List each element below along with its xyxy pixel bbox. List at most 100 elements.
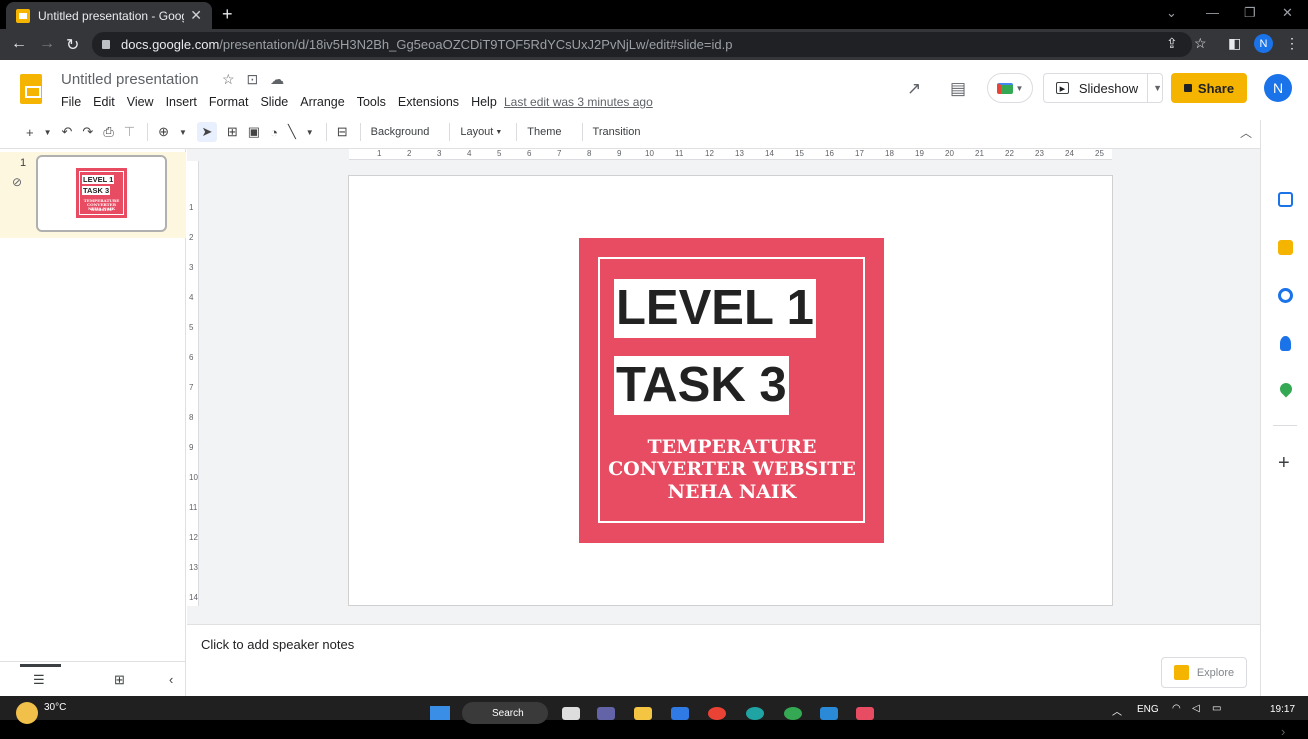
chrome-icon[interactable] <box>708 707 726 720</box>
weather-icon[interactable] <box>16 702 38 724</box>
hide-filmstrip-icon[interactable]: ‹ <box>169 672 173 687</box>
share-button[interactable]: Share <box>1171 73 1247 103</box>
cloud-status-icon[interactable]: ☁ <box>270 71 284 87</box>
keep-icon[interactable] <box>1278 240 1293 255</box>
show-side-panel-icon[interactable]: › <box>1281 724 1285 739</box>
clock[interactable]: 19:17 <box>1270 704 1295 715</box>
undo-icon[interactable]: ↶ <box>62 124 73 140</box>
star-icon[interactable]: ☆ <box>222 71 235 87</box>
calendar-icon[interactable] <box>1278 192 1293 207</box>
maximize-icon[interactable]: ❐ <box>1244 5 1256 21</box>
speaker-notes-placeholder[interactable]: Click to add speaker notes <box>201 637 354 652</box>
menu-extensions[interactable]: Extensions <box>398 95 459 109</box>
bookmark-star-icon[interactable]: ☆ <box>1194 35 1207 52</box>
browser-tab[interactable]: Untitled presentation - Google S ✕ <box>6 2 212 29</box>
redo-icon[interactable]: ↷ <box>82 124 93 140</box>
close-window-icon[interactable]: ✕ <box>1282 5 1293 21</box>
slides-logo-icon[interactable] <box>20 74 42 104</box>
zoom-dropdown-icon[interactable]: ▼ <box>179 128 187 137</box>
print-icon[interactable]: ⎙ <box>103 124 113 140</box>
text-box-icon[interactable]: ⊞ <box>227 124 238 140</box>
share-page-icon[interactable]: ⇪ <box>1166 35 1178 52</box>
background-button[interactable]: Background <box>371 126 430 138</box>
file-explorer-icon[interactable] <box>634 707 652 720</box>
menu-arrange[interactable]: Arrange <box>300 95 344 109</box>
image-icon[interactable]: ▣ <box>248 124 260 140</box>
menu-file[interactable]: File <box>61 95 81 109</box>
explore-button[interactable]: Explore <box>1161 657 1247 688</box>
menu-insert[interactable]: Insert <box>166 95 197 109</box>
theme-button[interactable]: Theme <box>527 126 561 138</box>
battery-icon[interactable]: ▭ <box>1212 703 1221 714</box>
comments-icon[interactable]: ▤ <box>950 79 966 99</box>
vertical-ruler[interactable]: 1 2 3 4 5 6 7 8 9 10 11 12 13 14 <box>187 161 199 606</box>
divider <box>449 123 451 141</box>
line-dropdown-icon[interactable]: ▼ <box>306 128 314 137</box>
snipping-tool-icon[interactable] <box>856 707 874 720</box>
browser-profile-avatar[interactable]: N <box>1254 34 1273 53</box>
edge-icon[interactable] <box>746 707 764 720</box>
os-taskbar: 30°C Search ︿ ENG ◠ ◁ ▭ 19:17 <box>0 696 1308 724</box>
layout-button[interactable]: Layout <box>460 126 493 138</box>
forward-icon[interactable]: → <box>39 35 55 53</box>
windows-start-icon[interactable] <box>430 706 450 720</box>
transition-button[interactable]: Transition <box>593 126 641 138</box>
chat-icon[interactable] <box>597 707 615 720</box>
tasks-icon[interactable] <box>1278 288 1293 303</box>
wifi-icon[interactable]: ◠ <box>1172 703 1181 714</box>
layout-dropdown-icon[interactable]: ▼ <box>495 129 502 136</box>
ruler-tick: 18 <box>885 149 894 158</box>
back-icon[interactable]: ← <box>11 35 27 53</box>
taskbar-search[interactable]: Search <box>462 702 548 724</box>
last-edit-link[interactable]: Last edit was 3 minutes ago <box>504 95 653 109</box>
new-slide-icon[interactable]: + <box>26 125 34 140</box>
language-indicator[interactable]: ENG <box>1137 704 1159 715</box>
line-icon[interactable]: ╲ <box>288 124 296 140</box>
get-addons-icon[interactable]: + <box>1278 453 1290 473</box>
menu-format[interactable]: Format <box>209 95 249 109</box>
close-tab-icon[interactable]: ✕ <box>190 7 202 24</box>
chevron-down-icon[interactable]: ⌄ <box>1166 5 1177 21</box>
sidebar-icon[interactable]: ◧ <box>1228 35 1241 52</box>
reload-icon[interactable]: ↻ <box>66 35 79 55</box>
select-cursor-icon[interactable]: ➤ <box>196 122 217 142</box>
maps-icon[interactable] <box>1277 380 1295 398</box>
browser-menu-icon[interactable]: ⋮ <box>1285 35 1299 52</box>
chrome-profile-icon[interactable] <box>784 707 802 720</box>
speaker-notes[interactable]: Click to add speaker notes Explore <box>187 626 1260 696</box>
document-title[interactable]: Untitled presentation <box>61 71 199 88</box>
activity-trend-icon[interactable]: ↗ <box>907 79 921 99</box>
horizontal-ruler[interactable]: 1 2 3 4 5 6 7 8 9 10 11 12 13 14 15 16 1… <box>349 149 1112 160</box>
url-input[interactable]: docs.google.com/presentation/d/18iv5H3N2… <box>92 32 1192 57</box>
new-slide-dropdown-icon[interactable]: ▼ <box>44 128 52 137</box>
vscode-icon[interactable] <box>820 707 838 720</box>
zoom-icon[interactable]: ⊕ <box>158 124 169 140</box>
slide-line2: TASK 3 <box>614 356 789 415</box>
shape-icon[interactable]: ◔ <box>270 125 278 140</box>
slide-canvas[interactable]: LEVEL 1 TASK 3 TEMPERATURE CONVERTER WEB… <box>348 175 1113 606</box>
task-view-icon[interactable] <box>562 707 580 720</box>
account-avatar[interactable]: N <box>1264 74 1292 102</box>
menu-slide[interactable]: Slide <box>260 95 288 109</box>
meet-button[interactable]: ▼ <box>987 73 1033 103</box>
filmstrip-view-icon[interactable]: ☰ <box>33 672 45 688</box>
volume-icon[interactable]: ◁ <box>1192 703 1200 714</box>
new-tab-icon[interactable]: + <box>222 4 233 25</box>
menu-edit[interactable]: Edit <box>93 95 115 109</box>
slideshow-dropdown-icon[interactable]: ▼ <box>1153 83 1162 93</box>
menu-tools[interactable]: Tools <box>357 95 386 109</box>
notes-resize-handle[interactable] <box>187 617 1260 625</box>
move-folder-icon[interactable]: ⊡ <box>246 71 258 87</box>
tray-chevron-icon[interactable]: ︿ <box>1112 703 1122 718</box>
menu-view[interactable]: View <box>127 95 154 109</box>
menu-help[interactable]: Help <box>471 95 497 109</box>
mail-icon[interactable] <box>671 707 689 720</box>
title-card-image[interactable]: LEVEL 1 TASK 3 TEMPERATURE CONVERTER WEB… <box>579 238 884 543</box>
minimize-icon[interactable]: — <box>1206 5 1219 20</box>
comment-add-icon[interactable]: ⊟ <box>337 124 348 140</box>
grid-view-icon[interactable]: ⊞ <box>114 672 125 688</box>
slideshow-button[interactable]: ▸ Slideshow ▼ <box>1043 73 1163 103</box>
paint-format-icon[interactable]: ⊤ <box>124 124 135 140</box>
contacts-icon[interactable] <box>1280 336 1291 351</box>
collapse-menus-icon[interactable]: ︿ <box>1240 124 1252 141</box>
